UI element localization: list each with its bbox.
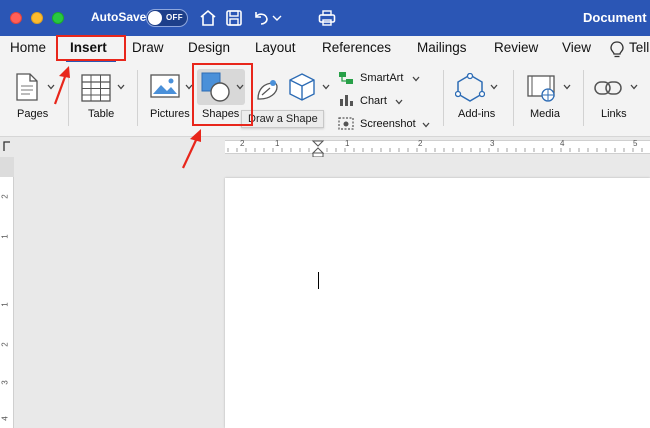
- lightbulb-icon[interactable]: [610, 41, 624, 59]
- chart-label[interactable]: Chart: [360, 95, 387, 107]
- chevron-down-icon[interactable]: [563, 84, 571, 90]
- tell-me-label[interactable]: Tell: [629, 40, 649, 55]
- document-title: Document: [583, 10, 647, 25]
- table-label[interactable]: Table: [88, 108, 114, 120]
- zoom-window-button[interactable]: [52, 12, 64, 24]
- ruler-number: 3: [490, 139, 495, 148]
- chart-icon[interactable]: [338, 93, 354, 107]
- undo-icon[interactable]: [251, 8, 271, 28]
- add-ins-label[interactable]: Add-ins: [458, 108, 495, 120]
- ruler-number: 4: [560, 139, 565, 148]
- tab-references[interactable]: References: [322, 40, 391, 55]
- smartart-icon[interactable]: [338, 71, 354, 85]
- chevron-down-icon[interactable]: [322, 84, 330, 90]
- indent-marker-icon[interactable]: [312, 140, 324, 158]
- close-window-button[interactable]: [10, 12, 22, 24]
- vertical-ruler-margin: [0, 157, 14, 177]
- add-ins-icon[interactable]: [455, 73, 485, 103]
- chevron-down-icon[interactable]: [630, 84, 638, 90]
- annotation-arrow-icon: [182, 129, 201, 169]
- title-bar: AutoSave OFF Document: [0, 0, 650, 36]
- ruler-number: 1: [275, 139, 280, 148]
- chevron-down-icon[interactable]: [422, 122, 430, 128]
- icons-icon[interactable]: [254, 77, 280, 103]
- text-cursor: [318, 272, 319, 289]
- ribbon-divider: [513, 70, 514, 126]
- insert-tab-annotation-box: [56, 35, 126, 61]
- screenshot-icon[interactable]: [338, 116, 354, 130]
- ruler-number: 2: [240, 139, 245, 148]
- ribbon-divider: [583, 70, 584, 126]
- ruler-number: 3: [0, 380, 10, 385]
- ruler-number: 1: [0, 302, 10, 307]
- chevron-down-icon[interactable]: [490, 84, 498, 90]
- media-label[interactable]: Media: [530, 108, 560, 120]
- print-icon[interactable]: [317, 8, 337, 28]
- ruler-number: 1: [0, 234, 10, 239]
- ruler-number: 2: [418, 139, 423, 148]
- annotation-arrow-icon: [53, 66, 70, 105]
- tab-review[interactable]: Review: [494, 40, 538, 55]
- shapes-annotation-box: [192, 63, 253, 126]
- pages-label[interactable]: Pages: [17, 108, 48, 120]
- pages-icon[interactable]: [14, 72, 40, 102]
- ruler-number: 2: [0, 342, 10, 347]
- shapes-tooltip: Draw a Shape: [241, 110, 324, 128]
- chevron-down-icon[interactable]: [117, 84, 125, 90]
- minimize-window-button[interactable]: [31, 12, 43, 24]
- links-icon[interactable]: [594, 76, 624, 100]
- dropdown-chevron-icon[interactable]: [272, 13, 282, 23]
- pictures-label[interactable]: Pictures: [150, 108, 190, 120]
- pictures-icon[interactable]: [150, 74, 180, 100]
- tab-design[interactable]: Design: [188, 40, 230, 55]
- tab-mailings[interactable]: Mailings: [417, 40, 467, 55]
- tab-draw[interactable]: Draw: [132, 40, 164, 55]
- tab-view[interactable]: View: [562, 40, 591, 55]
- 3d-models-icon[interactable]: [288, 72, 316, 102]
- chevron-down-icon[interactable]: [395, 99, 403, 105]
- tab-stop-icon[interactable]: [2, 140, 12, 152]
- ruler-ticks: [227, 148, 643, 152]
- document-page[interactable]: [225, 178, 650, 428]
- autosave-label: AutoSave: [91, 10, 147, 24]
- home-icon[interactable]: [198, 8, 218, 28]
- ruler-number: 1: [345, 139, 350, 148]
- smartart-label[interactable]: SmartArt: [360, 72, 403, 84]
- save-icon[interactable]: [224, 8, 244, 28]
- ruler-number: 4: [0, 416, 10, 421]
- ruler-number: 2: [0, 194, 10, 199]
- tab-home[interactable]: Home: [10, 40, 46, 55]
- ribbon-divider: [137, 70, 138, 126]
- chevron-down-icon[interactable]: [412, 76, 420, 82]
- media-icon[interactable]: [527, 75, 557, 103]
- screenshot-label[interactable]: Screenshot: [360, 118, 416, 130]
- autosave-toggle[interactable]: OFF: [146, 9, 188, 27]
- table-icon[interactable]: [81, 74, 111, 102]
- ribbon-divider: [443, 70, 444, 126]
- ruler-number: 5: [633, 139, 638, 148]
- tab-layout[interactable]: Layout: [255, 40, 296, 55]
- links-label[interactable]: Links: [601, 108, 627, 120]
- toggle-knob: [148, 11, 162, 25]
- autosave-state: OFF: [166, 13, 183, 22]
